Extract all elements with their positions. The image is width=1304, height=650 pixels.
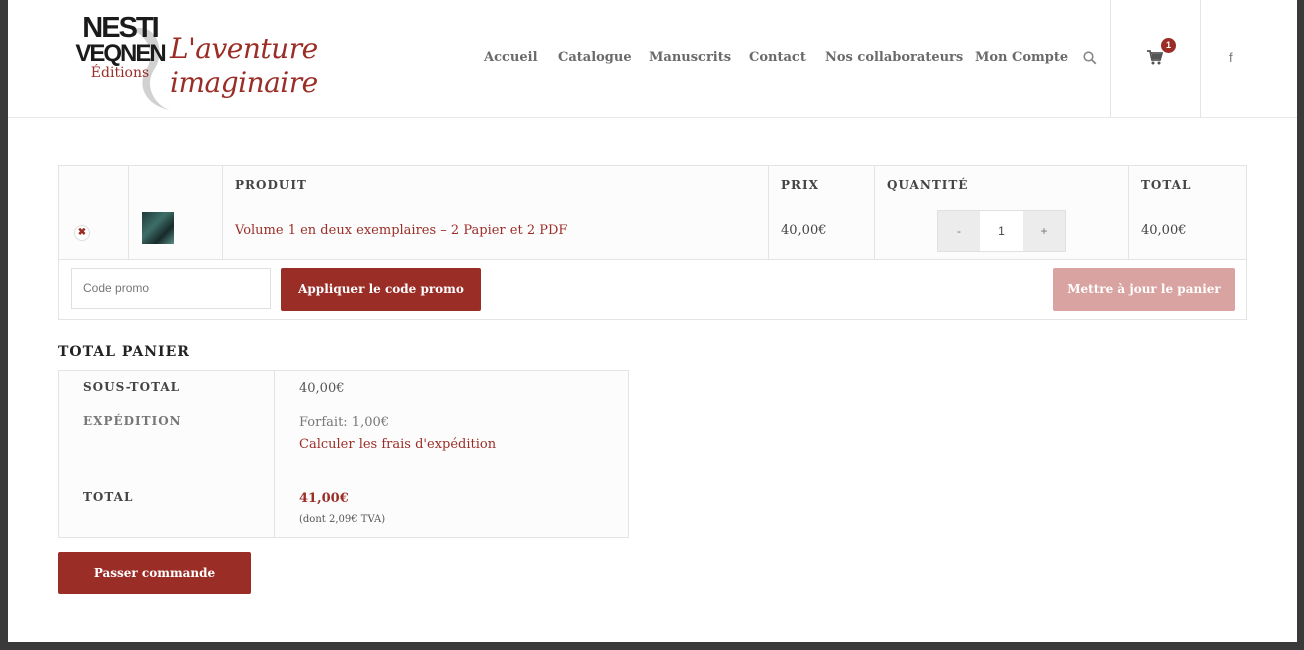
remove-item-button[interactable]: ✖: [74, 225, 90, 241]
site-header: NESTI VEQNEN Éditions L'aventure imagina…: [8, 0, 1297, 118]
header-divider: [1200, 0, 1201, 117]
logo-tagline: L'aventure imaginaire: [170, 32, 318, 100]
logo-line-1: NESTI: [82, 12, 159, 44]
cart-count-badge[interactable]: 1: [1161, 38, 1176, 53]
nav-item-contact[interactable]: Contact: [749, 50, 806, 65]
quantity-increase-button[interactable]: +: [1023, 211, 1065, 251]
update-cart-button[interactable]: Mettre à jour le panier: [1053, 268, 1235, 311]
nav-item-mon-compte[interactable]: Mon Compte: [975, 50, 1068, 65]
page: NESTI VEQNEN Éditions L'aventure imagina…: [8, 0, 1297, 642]
column-divider: [874, 166, 875, 259]
facebook-icon[interactable]: f: [1229, 50, 1233, 65]
column-divider: [274, 371, 275, 537]
column-divider: [128, 166, 129, 259]
calculate-shipping-link[interactable]: Calculer les frais d'expédition: [299, 437, 496, 452]
quantity-input[interactable]: 1: [980, 211, 1023, 251]
cart-table: PRODUIT PRIX QUANTITÉ TOTAL ✖ Volume 1 e…: [58, 165, 1247, 320]
nav-item-manuscrits[interactable]: Manuscrits: [649, 50, 731, 65]
subtotal-value: 40,00€: [299, 381, 345, 396]
search-icon[interactable]: [1083, 51, 1097, 65]
column-divider: [768, 166, 769, 259]
cart-totals-table: SOUS-TOTAL 40,00€ EXPÉDITION Forfait: 1,…: [58, 370, 629, 538]
header-product: PRODUIT: [235, 178, 307, 192]
cart-totals-title: TOTAL PANIER: [58, 344, 190, 360]
column-divider: [222, 166, 223, 259]
subtotal-label: SOUS-TOTAL: [83, 380, 181, 394]
column-divider: [1128, 166, 1129, 259]
logo-line-2: VEQNEN: [75, 40, 166, 67]
cart-icon[interactable]: [1147, 50, 1163, 65]
logo-wordmark: NESTI VEQNEN Éditions: [74, 12, 166, 81]
total-value: 41,00€: [299, 491, 349, 506]
shipping-label: EXPÉDITION: [83, 414, 182, 428]
item-total: 40,00€: [1141, 223, 1187, 238]
nav-item-catalogue[interactable]: Catalogue: [558, 50, 632, 65]
item-price: 40,00€: [781, 223, 827, 238]
quantity-stepper: - 1 +: [937, 210, 1066, 252]
header-quantity: QUANTITÉ: [887, 178, 969, 192]
nav-item-collaborateurs[interactable]: Nos collaborateurs: [825, 50, 963, 65]
quantity-decrease-button[interactable]: -: [938, 211, 980, 251]
logo-tagline-1: L'aventure: [170, 32, 318, 65]
product-thumbnail[interactable]: [142, 212, 174, 244]
nav-item-accueil[interactable]: Accueil: [484, 50, 538, 65]
header-total: TOTAL: [1141, 178, 1192, 192]
total-label: TOTAL: [83, 490, 134, 504]
logo-tagline-2: imaginaire: [170, 66, 318, 99]
header-divider: [1110, 0, 1111, 117]
checkout-button[interactable]: Passer commande: [58, 552, 251, 594]
product-name-link[interactable]: Volume 1 en deux exemplaires – 2 Papier …: [235, 223, 567, 238]
shipping-value: Forfait: 1,00€: [299, 415, 390, 430]
apply-coupon-button[interactable]: Appliquer le code promo: [281, 268, 481, 311]
tax-note: (dont 2,09€ TVA): [299, 514, 386, 525]
logo-line-3: Éditions: [90, 65, 150, 81]
site-logo[interactable]: NESTI VEQNEN Éditions L'aventure imagina…: [74, 10, 324, 114]
coupon-code-input[interactable]: Code promo: [71, 268, 271, 309]
header-price: PRIX: [781, 178, 819, 192]
